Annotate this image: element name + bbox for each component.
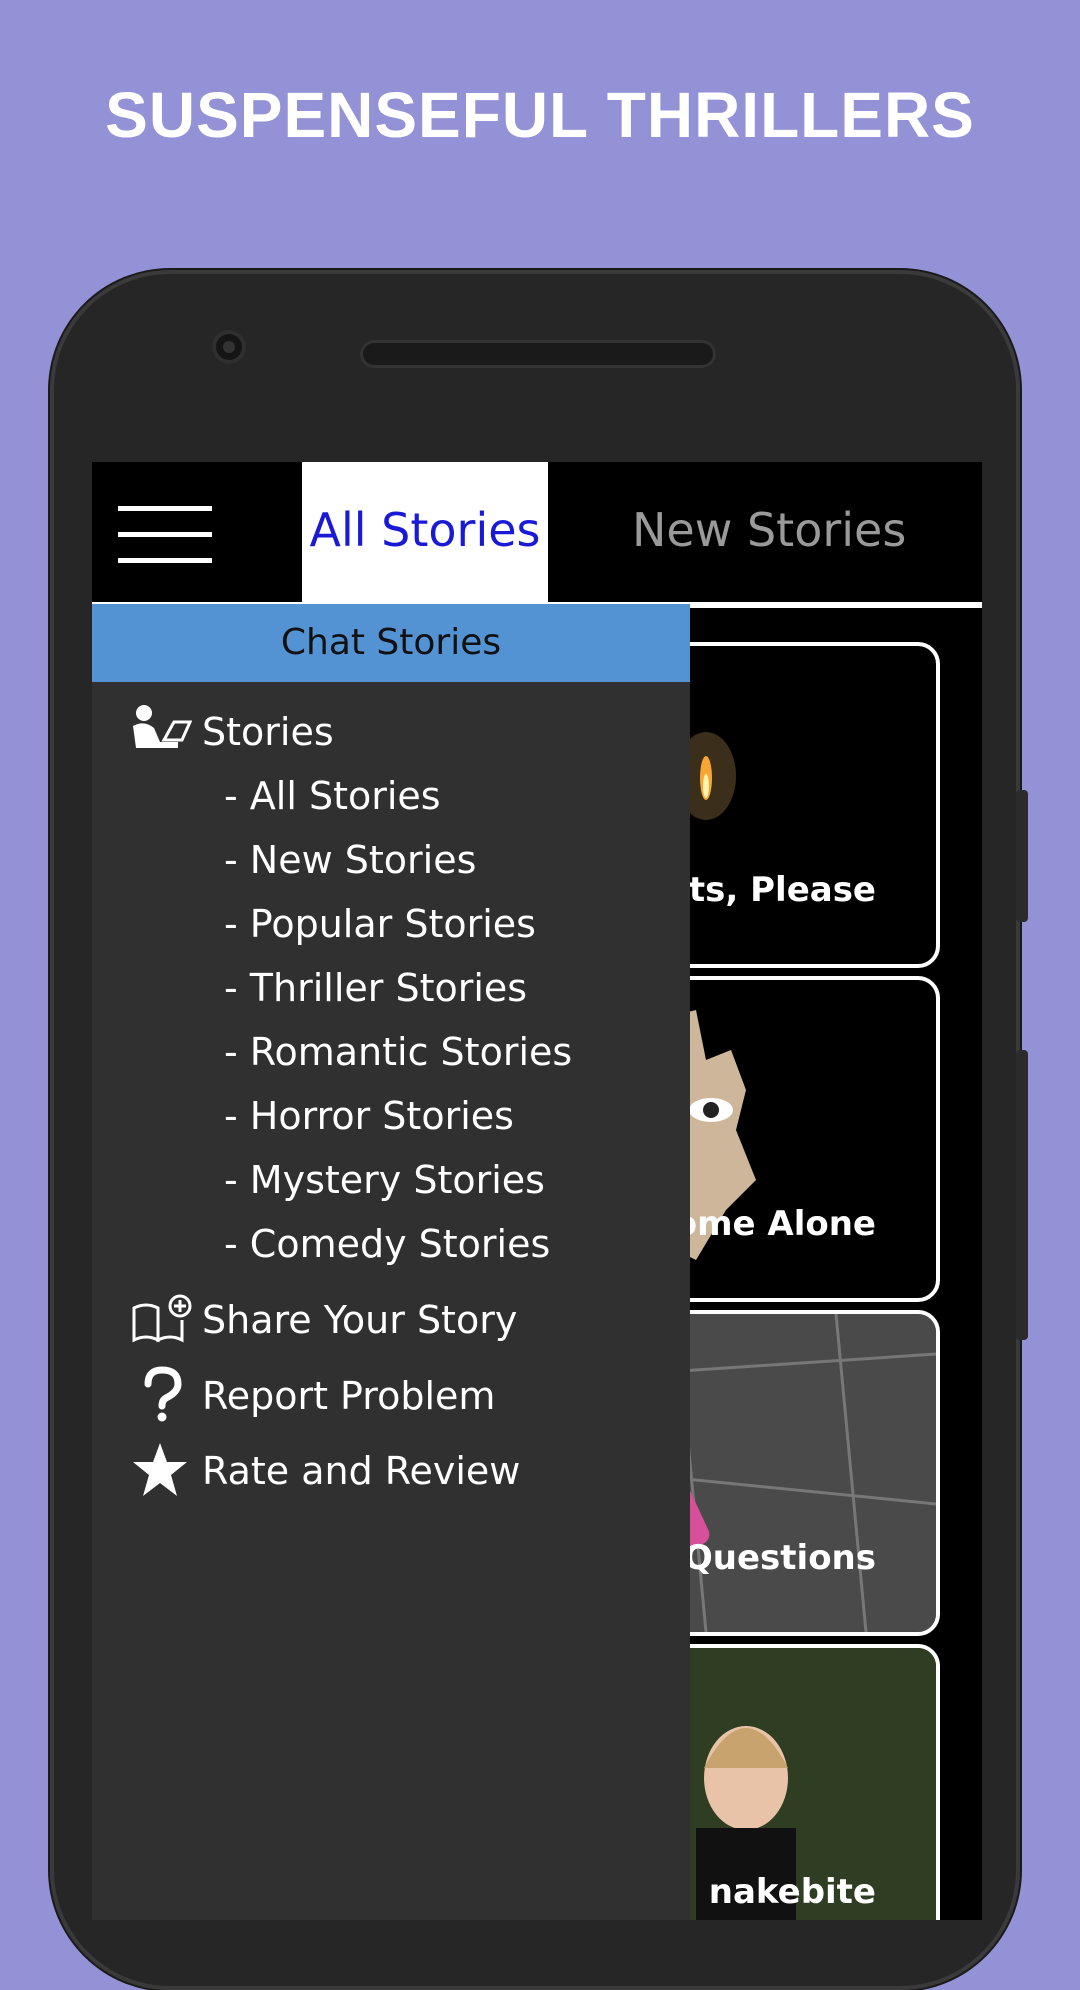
menu-item-thriller-stories[interactable]: - Thriller Stories (224, 966, 527, 1010)
star-icon (133, 1443, 187, 1496)
headline: SUSPENSEFUL THRILLERS (105, 79, 975, 151)
book-plus-icon (132, 1294, 192, 1343)
volume-button (1016, 790, 1028, 922)
power-button (1016, 1050, 1028, 1340)
story-card-title: nakebite (708, 1872, 876, 1912)
reader-icon (133, 705, 192, 748)
menu-icon[interactable] (118, 506, 212, 564)
app-screen: hts, Please ome Alone Questions nakebite (92, 462, 982, 1920)
menu-item-rate-and-review[interactable]: Rate and Review (202, 1449, 520, 1493)
menu-item-comedy-stories[interactable]: - Comedy Stories (224, 1222, 550, 1266)
question-icon (144, 1366, 182, 1422)
tab-new-stories[interactable]: New Stories (632, 462, 962, 602)
drawer-header: Chat Stories (92, 604, 690, 682)
menu-item-report-problem[interactable]: Report Problem (202, 1374, 495, 1418)
menu-item-romantic-stories[interactable]: - Romantic Stories (224, 1030, 572, 1074)
tab-all-stories[interactable]: All Stories (302, 462, 548, 602)
navigation-drawer: Chat Stories Stories - All Stories - New… (92, 604, 690, 1920)
story-card-title: ome Alone (673, 1204, 876, 1244)
menu-item-new-stories[interactable]: - New Stories (224, 838, 476, 882)
earpiece-speaker (360, 340, 716, 368)
front-camera (212, 330, 246, 364)
menu-item-stories[interactable]: Stories (202, 710, 334, 754)
story-card-title: hts, Please (664, 870, 876, 910)
story-card-title: Questions (683, 1538, 876, 1578)
menu-item-share-your-story[interactable]: Share Your Story (202, 1298, 517, 1342)
menu-item-mystery-stories[interactable]: - Mystery Stories (224, 1158, 545, 1202)
menu-item-popular-stories[interactable]: - Popular Stories (224, 902, 536, 946)
menu-item-horror-stories[interactable]: - Horror Stories (224, 1094, 514, 1138)
top-tab-bar: All Stories New Stories (92, 462, 982, 602)
menu-item-all-stories[interactable]: - All Stories (224, 774, 441, 818)
